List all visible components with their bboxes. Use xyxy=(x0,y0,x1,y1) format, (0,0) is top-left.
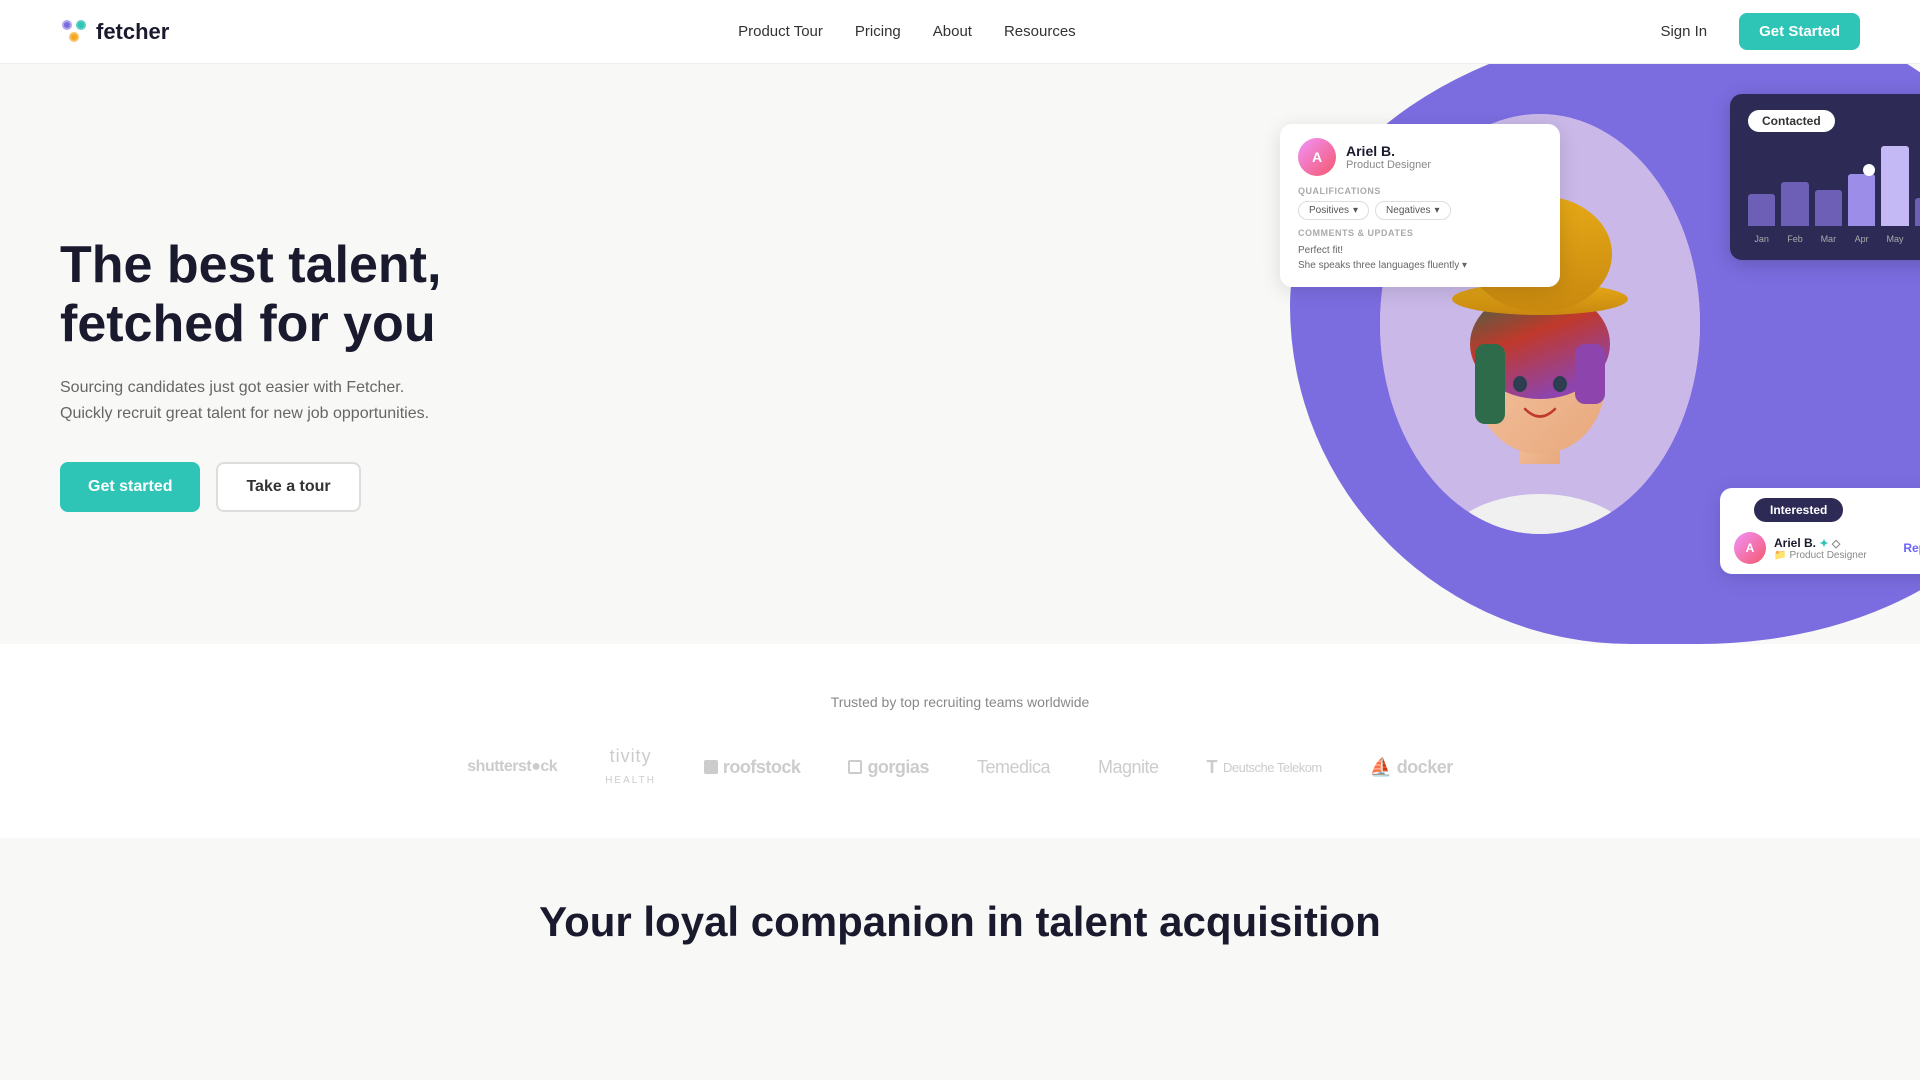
bar-jan xyxy=(1748,194,1775,226)
hero-left: The best talent, fetched for you Sourcin… xyxy=(60,196,960,513)
card-header: A Ariel B. Product Designer xyxy=(1298,138,1542,176)
cursor-dot xyxy=(1863,164,1875,176)
logo-docker: ⛵ docker xyxy=(1370,757,1453,778)
candidate-name: Ariel B. xyxy=(1346,143,1431,159)
trusted-label: Trusted by top recruiting teams worldwid… xyxy=(60,694,1860,710)
verified-icon: ✦ xyxy=(1819,538,1828,550)
label-feb: Feb xyxy=(1781,234,1808,244)
logo-tivity: tivityHEALTH xyxy=(605,746,656,788)
interested-badge: Interested xyxy=(1754,498,1843,522)
interested-badge-wrapper: Interested xyxy=(1734,498,1920,532)
nav-link-resources[interactable]: Resources xyxy=(1004,23,1076,40)
reply-button[interactable]: Reply xyxy=(1903,541,1920,555)
hero-illustration: A Ariel B. Product Designer QUALIFICATIO… xyxy=(1260,74,1920,634)
hero-buttons: Get started Take a tour xyxy=(60,462,960,512)
docker-whale-icon: ⛵ xyxy=(1370,757,1392,778)
hero-heading-line2: fetched for you xyxy=(60,295,960,355)
reply-name: Ariel B. ✦ ◇ xyxy=(1774,536,1895,550)
reply-role: 📁 Product Designer xyxy=(1774,550,1895,561)
reply-info: Ariel B. ✦ ◇ 📁 Product Designer xyxy=(1774,536,1895,561)
comments-label: COMMENTS & UPDATES xyxy=(1298,228,1542,238)
nav-right: Sign In Get Started xyxy=(1644,13,1860,50)
get-started-nav-button[interactable]: Get Started xyxy=(1739,13,1860,50)
logo-shutterstock: shutterst●ck xyxy=(467,758,557,776)
hero-heading: The best talent, fetched for you xyxy=(60,236,960,356)
logo-deutsche-telekom: T Deutsche Telekom xyxy=(1207,757,1322,778)
bar-may xyxy=(1881,146,1908,226)
reply-avatar: A xyxy=(1734,532,1766,564)
positives-badge[interactable]: Positives ▾ xyxy=(1298,201,1369,220)
chart-card: Contacted Jan Feb Mar Apr May Jun xyxy=(1730,94,1920,260)
fetcher-logo-icon xyxy=(60,18,88,46)
take-tour-button[interactable]: Take a tour xyxy=(216,462,360,512)
sign-in-button[interactable]: Sign In xyxy=(1644,15,1723,48)
label-mar: Mar xyxy=(1815,234,1842,244)
hero-section: The best talent, fetched for you Sourcin… xyxy=(0,64,1920,644)
bottom-heading: Your loyal companion in talent acquisiti… xyxy=(60,898,1860,946)
qualifications-label: QUALIFICATIONS xyxy=(1298,186,1542,196)
brand-name: fetcher xyxy=(96,19,169,45)
logo-temedica: Temedica xyxy=(977,757,1050,778)
hero-heading-line1: The best talent, xyxy=(60,236,960,296)
label-jun: Jun xyxy=(1915,234,1920,244)
reply-card: Interested A Ariel B. ✦ ◇ 📁 Product Desi… xyxy=(1720,488,1920,574)
bottom-section: Your loyal companion in talent acquisiti… xyxy=(0,838,1920,986)
profile-card: A Ariel B. Product Designer QUALIFICATIO… xyxy=(1280,124,1560,287)
nav-link-pricing[interactable]: Pricing xyxy=(855,23,901,40)
navbar: fetcher Product Tour Pricing About Resou… xyxy=(0,0,1920,64)
logo-magnite: Magnite xyxy=(1098,757,1159,778)
nav-link-product-tour[interactable]: Product Tour xyxy=(738,23,823,40)
label-jan: Jan xyxy=(1748,234,1775,244)
logos-row: shutterst●ck tivityHEALTH roofstock gorg… xyxy=(60,746,1860,788)
label-may: May xyxy=(1881,234,1908,244)
qualifications-badges: Positives ▾ Negatives ▾ xyxy=(1298,201,1542,220)
bar-feb xyxy=(1781,182,1808,226)
hero-right: A Ariel B. Product Designer QUALIFICATIO… xyxy=(1260,64,1920,644)
bar-mar xyxy=(1815,190,1842,226)
nav-links: Product Tour Pricing About Resources xyxy=(738,23,1076,40)
logo-link[interactable]: fetcher xyxy=(60,18,169,46)
logo-gorgias: gorgias xyxy=(848,757,929,778)
label-apr: Apr xyxy=(1848,234,1875,244)
reply-row: A Ariel B. ✦ ◇ 📁 Product Designer Reply xyxy=(1734,532,1920,564)
chart-bars xyxy=(1748,146,1920,226)
trusted-section: Trusted by top recruiting teams worldwid… xyxy=(0,644,1920,838)
contacted-badge: Contacted xyxy=(1748,110,1835,132)
nav-link-about[interactable]: About xyxy=(933,23,972,40)
logo-roofstock: roofstock xyxy=(704,757,801,778)
get-started-button[interactable]: Get started xyxy=(60,462,200,512)
folder-icon: 📁 xyxy=(1774,550,1786,561)
bar-jun xyxy=(1915,198,1920,226)
diamond-icon: ◇ xyxy=(1832,538,1840,550)
chart-labels: Jan Feb Mar Apr May Jun xyxy=(1748,234,1920,244)
candidate-role: Product Designer xyxy=(1346,159,1431,171)
negatives-badge[interactable]: Negatives ▾ xyxy=(1375,201,1451,220)
hero-subtext: Sourcing candidates just got easier with… xyxy=(60,375,440,426)
avatar: A xyxy=(1298,138,1336,176)
bar-apr xyxy=(1848,174,1875,226)
card-comments: Perfect fit! She speaks three languages … xyxy=(1298,243,1542,273)
